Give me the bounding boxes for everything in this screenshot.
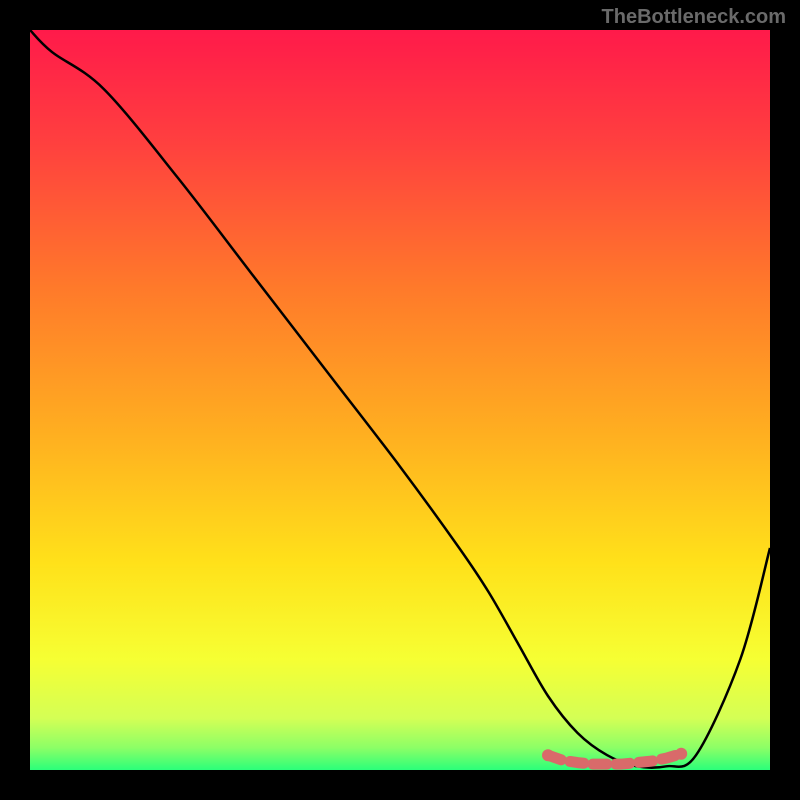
chart-container: TheBottleneck.com bbox=[0, 0, 800, 800]
optimal-zone-endpoint bbox=[675, 748, 687, 760]
gradient-background bbox=[30, 30, 770, 770]
watermark-text: TheBottleneck.com bbox=[602, 6, 786, 29]
optimal-zone-endpoint bbox=[542, 749, 554, 761]
bottleneck-chart bbox=[0, 0, 800, 800]
